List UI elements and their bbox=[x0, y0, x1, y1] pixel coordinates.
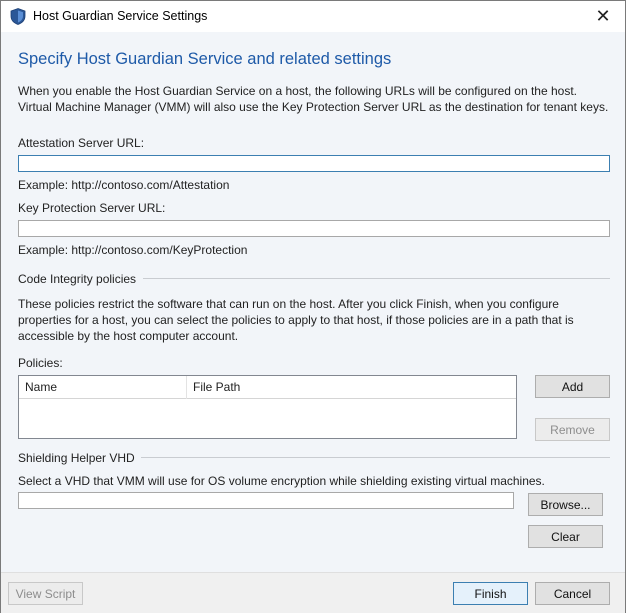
close-icon: ✕ bbox=[595, 6, 611, 26]
remove-policy-button[interactable]: Remove bbox=[535, 418, 610, 441]
window-title: Host Guardian Service Settings bbox=[33, 9, 208, 23]
vhd-path-input[interactable] bbox=[19, 493, 513, 508]
dialog-footer: View Script Finish Cancel bbox=[1, 572, 625, 613]
page-title: Specify Host Guardian Service and relate… bbox=[18, 50, 392, 68]
code-integrity-section-title: Code Integrity policies bbox=[18, 272, 137, 286]
attestation-url-input[interactable] bbox=[19, 156, 609, 171]
page-description: When you enable the Host Guardian Servic… bbox=[18, 84, 609, 114]
attestation-example: Example: http://contoso.com/Attestation bbox=[18, 178, 230, 192]
finish-button[interactable]: Finish bbox=[453, 582, 528, 605]
cancel-button[interactable]: Cancel bbox=[535, 582, 610, 605]
attestation-url-field[interactable] bbox=[18, 155, 610, 172]
key-protection-example: Example: http://contoso.com/KeyProtectio… bbox=[18, 243, 248, 257]
shielding-section-title: Shielding Helper VHD bbox=[18, 451, 135, 465]
policies-label: Policies: bbox=[18, 356, 63, 370]
attestation-label: Attestation Server URL: bbox=[18, 136, 145, 150]
code-integrity-divider bbox=[143, 278, 610, 279]
clear-button[interactable]: Clear bbox=[528, 525, 603, 548]
shielding-description: Select a VHD that VMM will use for OS vo… bbox=[18, 474, 545, 488]
dialog-content: Specify Host Guardian Service and relate… bbox=[1, 32, 625, 572]
shield-icon bbox=[10, 8, 26, 25]
policies-table[interactable]: Name File Path bbox=[18, 375, 517, 439]
add-policy-button[interactable]: Add bbox=[535, 375, 610, 398]
key-protection-url-input[interactable] bbox=[19, 221, 609, 236]
shielding-divider bbox=[141, 457, 610, 458]
code-integrity-description: These policies restrict the software tha… bbox=[18, 297, 574, 343]
column-header-file-path[interactable]: File Path bbox=[187, 376, 516, 399]
browse-button[interactable]: Browse... bbox=[528, 493, 603, 516]
view-script-button[interactable]: View Script bbox=[8, 582, 83, 605]
dialog-window: Host Guardian Service Settings ✕ Specify… bbox=[0, 0, 626, 613]
policies-table-header: Name File Path bbox=[19, 376, 516, 399]
key-protection-url-field[interactable] bbox=[18, 220, 610, 237]
title-bar: Host Guardian Service Settings ✕ bbox=[1, 1, 625, 32]
column-header-name[interactable]: Name bbox=[19, 376, 186, 399]
vhd-path-field[interactable] bbox=[18, 492, 514, 509]
close-button[interactable]: ✕ bbox=[581, 1, 625, 32]
key-protection-label: Key Protection Server URL: bbox=[18, 201, 166, 215]
